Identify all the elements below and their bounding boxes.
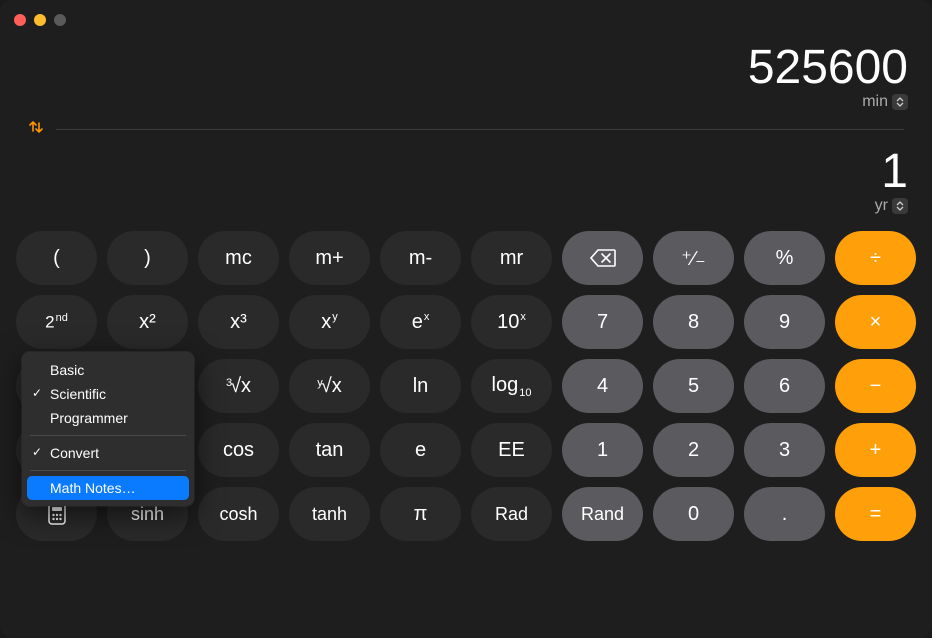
key-1[interactable]: 1 [562, 423, 643, 477]
key-x-squared[interactable]: x² [107, 295, 188, 349]
key-ln[interactable]: ln [380, 359, 461, 413]
display-top-value: 525600 [748, 40, 908, 95]
divider-line [56, 129, 904, 130]
close-button[interactable] [14, 14, 26, 26]
unit-selector-bottom[interactable]: yr [24, 197, 908, 215]
key-9[interactable]: 9 [744, 295, 825, 349]
key-6[interactable]: 6 [744, 359, 825, 413]
key-plus-minus[interactable]: ⁺∕₋ [653, 231, 734, 285]
key-log10[interactable]: log10 [471, 359, 552, 413]
key-cos[interactable]: cos [198, 423, 279, 477]
window-controls [14, 14, 66, 26]
chevron-updown-icon [892, 94, 908, 110]
check-icon: ✓ [32, 386, 42, 400]
key-x-power-y[interactable]: xy [289, 295, 370, 349]
key-ten-power-x[interactable]: 10x [471, 295, 552, 349]
chevron-updown-icon [892, 198, 908, 214]
menu-item-programmer[interactable]: Programmer [22, 406, 194, 430]
key-3[interactable]: 3 [744, 423, 825, 477]
key-m-minus[interactable]: m- [380, 231, 461, 285]
key-rand[interactable]: Rand [562, 487, 643, 541]
unit-bottom-label: yr [875, 197, 888, 215]
menu-separator [30, 470, 186, 471]
backspace-icon [590, 248, 616, 268]
unit-top-label: min [862, 93, 888, 111]
key-pi[interactable]: π [380, 487, 461, 541]
key-2[interactable]: 2 [653, 423, 734, 477]
key-e[interactable]: e [380, 423, 461, 477]
key-7[interactable]: 7 [562, 295, 643, 349]
key-tan[interactable]: tan [289, 423, 370, 477]
key-mc[interactable]: mc [198, 231, 279, 285]
key-x-cubed[interactable]: x³ [198, 295, 279, 349]
calculator-window: 525600 min 1 yr [0, 0, 932, 638]
key-e-power-x[interactable]: ex [380, 295, 461, 349]
maximize-button[interactable] [54, 14, 66, 26]
key-divide[interactable]: ÷ [835, 231, 916, 285]
key-5[interactable]: 5 [653, 359, 734, 413]
key-plus[interactable]: + [835, 423, 916, 477]
mode-menu-popup: Basic ✓Scientific Programmer ✓Convert Ma… [22, 352, 194, 506]
unit-selector-top[interactable]: min [24, 93, 908, 111]
check-icon: ✓ [32, 445, 42, 459]
display-bottom-value: 1 [881, 144, 908, 199]
menu-item-convert[interactable]: ✓Convert [22, 441, 194, 465]
key-cube-root[interactable]: 3√x [198, 359, 279, 413]
key-equals[interactable]: = [835, 487, 916, 541]
calculator-icon [46, 503, 68, 525]
menu-separator [30, 435, 186, 436]
menu-item-math-notes[interactable]: Math Notes… [27, 476, 189, 500]
key-tanh[interactable]: tanh [289, 487, 370, 541]
key-y-root[interactable]: y√x [289, 359, 370, 413]
key-8[interactable]: 8 [653, 295, 734, 349]
display-area: 525600 min 1 yr [0, 0, 932, 215]
conversion-divider [24, 119, 908, 140]
key-0[interactable]: 0 [653, 487, 734, 541]
menu-item-basic[interactable]: Basic [22, 358, 194, 382]
key-2nd[interactable]: 2nd [16, 295, 97, 349]
key-4[interactable]: 4 [562, 359, 643, 413]
swap-icon[interactable] [28, 119, 44, 140]
key-decimal[interactable]: . [744, 487, 825, 541]
minimize-button[interactable] [34, 14, 46, 26]
key-backspace[interactable] [562, 231, 643, 285]
key-ee[interactable]: EE [471, 423, 552, 477]
key-rad[interactable]: Rad [471, 487, 552, 541]
key-multiply[interactable]: × [835, 295, 916, 349]
key-m-plus[interactable]: m+ [289, 231, 370, 285]
key-cosh[interactable]: cosh [198, 487, 279, 541]
key-left-paren[interactable]: ( [16, 231, 97, 285]
key-minus[interactable]: − [835, 359, 916, 413]
key-mr[interactable]: mr [471, 231, 552, 285]
key-percent[interactable]: % [744, 231, 825, 285]
menu-item-scientific[interactable]: ✓Scientific [22, 382, 194, 406]
key-right-paren[interactable]: ) [107, 231, 188, 285]
